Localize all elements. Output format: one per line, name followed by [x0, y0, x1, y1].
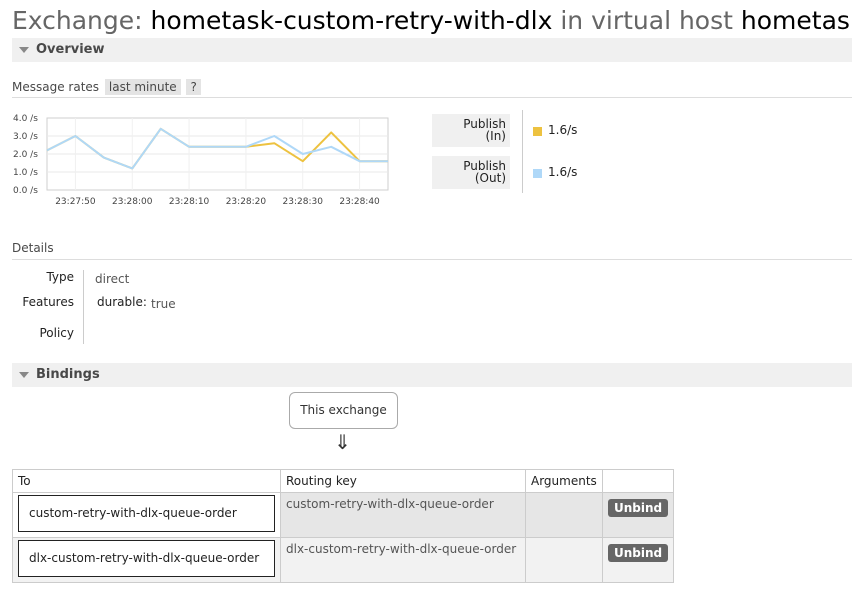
- overview-section-header[interactable]: Overview: [12, 38, 852, 62]
- legend-publish-in-line2: (In): [485, 129, 506, 143]
- routing-key-cell: dlx-custom-retry-with-dlx-queue-order: [280, 537, 526, 583]
- y-tick-label: 4.0 /s: [13, 114, 38, 124]
- features-label: Features: [22, 295, 74, 309]
- durable-value: true: [151, 297, 176, 311]
- unbind-button[interactable]: Unbind: [608, 544, 669, 562]
- message-rates-label: Message rates: [12, 80, 100, 94]
- page-title: Exchange: hometask-custom-retry-with-dlx…: [12, 6, 852, 35]
- legend-publish-in-swatch: [533, 127, 542, 136]
- overview-label: Overview: [36, 42, 105, 57]
- message-rates-header: Message rates last minute ?: [12, 79, 852, 98]
- queue-link[interactable]: dlx-custom-retry-with-dlx-queue-order: [18, 540, 275, 577]
- arguments-cell: [525, 537, 603, 583]
- column-header-routing-key: Routing key: [280, 469, 526, 493]
- title-mid: in virtual host: [560, 6, 733, 35]
- bindings-section-header[interactable]: Bindings: [12, 363, 852, 387]
- title-prefix: Exchange:: [12, 6, 143, 35]
- binding-destination-cell: custom-retry-with-dlx-queue-order: [12, 492, 281, 538]
- legend-publish-out-swatch: [533, 169, 542, 178]
- routing-key-cell: custom-retry-with-dlx-queue-order: [280, 492, 526, 538]
- x-tick-label: 23:28:10: [169, 197, 210, 207]
- range-selector[interactable]: last minute: [104, 79, 181, 95]
- y-tick-label: 3.0 /s: [13, 132, 38, 142]
- legend-publish-out-label: Publish (Out): [432, 156, 510, 189]
- x-tick-label: 23:27:50: [55, 197, 96, 207]
- y-tick-label: 2.0 /s: [13, 150, 38, 160]
- legend-publish-in-label: Publish (In): [432, 114, 510, 147]
- column-header-actions: [601, 469, 675, 493]
- actions-cell: Unbind: [601, 537, 675, 583]
- down-arrow-icon: ⇓: [334, 430, 351, 454]
- policy-label: Policy: [39, 326, 74, 340]
- vhost-name: hometask: [740, 6, 852, 35]
- binding-destination-cell: dlx-custom-retry-with-dlx-queue-order: [12, 537, 281, 583]
- queue-link[interactable]: custom-retry-with-dlx-queue-order: [18, 495, 275, 532]
- bindings-table: To Routing key Arguments custom-retry-wi…: [12, 469, 675, 583]
- durable-key: durable:: [97, 295, 147, 309]
- column-header-to: To: [12, 469, 281, 493]
- type-label: Type: [46, 270, 74, 284]
- type-value: direct: [95, 272, 130, 286]
- collapse-triangle-icon: [19, 372, 29, 378]
- details-label: Details: [12, 241, 54, 255]
- table-header-row: To Routing key Arguments: [12, 469, 675, 493]
- bindings-label: Bindings: [36, 367, 100, 382]
- help-button[interactable]: ?: [186, 79, 201, 95]
- legend-publish-in-value: 1.6/s: [548, 123, 578, 137]
- x-tick-label: 23:28:00: [112, 197, 153, 207]
- unbind-button[interactable]: Unbind: [608, 499, 669, 517]
- exchange-name: hometask-custom-retry-with-dlx: [150, 6, 553, 35]
- y-tick-label: 0.0 /s: [13, 186, 38, 196]
- this-exchange-box: This exchange: [289, 392, 398, 429]
- y-tick-label: 1.0 /s: [13, 168, 38, 178]
- table-row: dlx-custom-retry-with-dlx-queue-order dl…: [12, 537, 675, 583]
- x-tick-label: 23:28:20: [226, 197, 267, 207]
- legend-publish-out-line2: (Out): [474, 171, 506, 185]
- details-divider: [83, 270, 84, 344]
- arguments-cell: [525, 492, 603, 538]
- x-tick-label: 23:28:30: [283, 197, 324, 207]
- message-rates-chart: 4.0 /s 3.0 /s 2.0 /s 1.0 /s 0.0 /s 23:27:50 2…: [13, 114, 389, 207]
- table-row: custom-retry-with-dlx-queue-order custom…: [12, 492, 675, 538]
- details-header: Details: [12, 241, 852, 260]
- x-tick-label: 23:28:40: [339, 197, 380, 207]
- legend-divider: [522, 110, 523, 193]
- column-header-arguments: Arguments: [525, 469, 603, 493]
- actions-cell: Unbind: [601, 492, 675, 538]
- legend-publish-out-value: 1.6/s: [548, 165, 578, 179]
- collapse-triangle-icon: [19, 47, 29, 53]
